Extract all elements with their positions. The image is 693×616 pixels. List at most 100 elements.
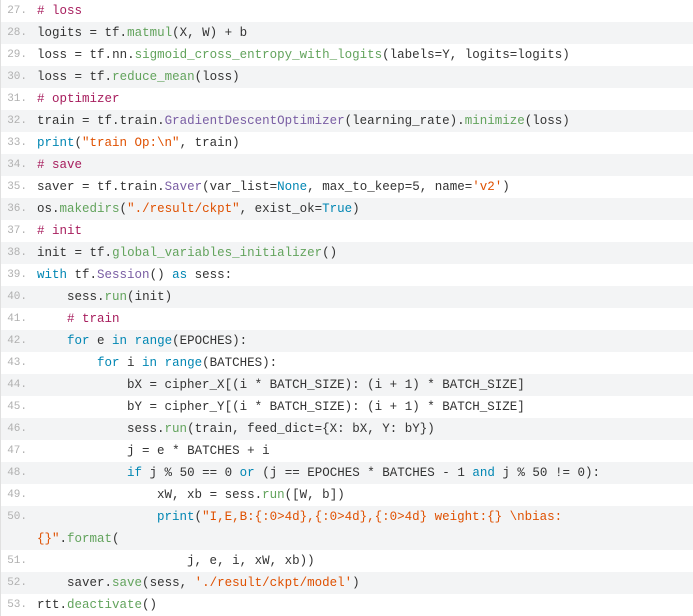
token-op: * bbox=[367, 466, 375, 480]
token-func: save bbox=[112, 576, 142, 590]
token-punc: . bbox=[97, 290, 105, 304]
token-punc: () bbox=[142, 598, 157, 612]
token-op: % bbox=[165, 466, 173, 480]
token-punc: ) bbox=[562, 114, 570, 128]
token-name: saver bbox=[37, 576, 105, 590]
token-punc: , bbox=[217, 554, 232, 568]
token-name: EPOCHES bbox=[300, 466, 368, 480]
token-comment: # loss bbox=[37, 4, 82, 18]
token-op: = bbox=[82, 114, 90, 128]
token-func: deactivate bbox=[67, 598, 142, 612]
token-number: 1 bbox=[457, 466, 465, 480]
token-comment: # init bbox=[37, 224, 82, 238]
token-name: train bbox=[195, 422, 233, 436]
line-number: 51. bbox=[1, 550, 34, 572]
token-punc: . bbox=[127, 48, 135, 62]
token-punc: ). bbox=[450, 114, 465, 128]
line-number: 53. bbox=[1, 594, 34, 616]
token-name: tf bbox=[90, 114, 113, 128]
token-name bbox=[547, 466, 555, 480]
token-name: j bbox=[37, 444, 142, 458]
token-name: W bbox=[202, 26, 210, 40]
token-name: tf bbox=[67, 268, 90, 282]
token-punc: ) bbox=[232, 70, 240, 84]
token-name bbox=[397, 400, 405, 414]
token-name bbox=[232, 466, 240, 480]
code-content: j = e * BATCHES + i bbox=[34, 440, 693, 462]
token-punc: , bbox=[232, 422, 247, 436]
token-punc: . bbox=[105, 48, 113, 62]
token-name: j bbox=[37, 554, 195, 568]
token-name: BATCHES bbox=[210, 356, 263, 370]
token-name: saver bbox=[37, 180, 82, 194]
token-keyword: with bbox=[37, 268, 67, 282]
code-line: 36.os.makedirs("./result/ckpt", exist_ok… bbox=[1, 198, 693, 220]
token-class: GradientDescentOptimizer bbox=[165, 114, 345, 128]
code-content: # train bbox=[34, 308, 693, 330]
token-keyword: if bbox=[127, 466, 142, 480]
token-func: sigmoid_cross_entropy_with_logits bbox=[135, 48, 383, 62]
token-keyword: as bbox=[172, 268, 187, 282]
line-number: 41. bbox=[1, 308, 34, 330]
code-content: bX = cipher_X[(i * BATCH_SIZE): (i + 1) … bbox=[34, 374, 693, 396]
code-content: saver.save(sess, './result/ckpt/model') bbox=[34, 572, 693, 594]
token-punc: . bbox=[157, 180, 165, 194]
token-name: loss bbox=[202, 70, 232, 84]
token-punc: , bbox=[307, 488, 322, 502]
token-func: run bbox=[105, 290, 128, 304]
code-content: train = tf.train.GradientDescentOptimize… bbox=[34, 110, 693, 132]
token-number: 0 bbox=[577, 466, 585, 480]
token-punc: ]) bbox=[330, 488, 345, 502]
token-punc: ): ( bbox=[345, 378, 375, 392]
token-name: train bbox=[37, 114, 82, 128]
token-punc: . bbox=[60, 532, 68, 546]
code-line: 53.rtt.deactivate() bbox=[1, 594, 693, 616]
token-name: tf bbox=[90, 180, 113, 194]
token-name: i bbox=[120, 356, 143, 370]
token-builtin: print bbox=[37, 136, 75, 150]
token-punc: ) bbox=[352, 202, 360, 216]
token-const: True bbox=[322, 202, 352, 216]
token-punc: , bbox=[240, 554, 255, 568]
token-punc: ( bbox=[195, 70, 203, 84]
token-op: * bbox=[427, 378, 435, 392]
token-name bbox=[37, 466, 127, 480]
token-op: * bbox=[172, 444, 180, 458]
token-op: * bbox=[255, 378, 263, 392]
token-punc: ([ bbox=[285, 488, 300, 502]
token-name: train bbox=[120, 114, 158, 128]
token-name: e bbox=[90, 334, 113, 348]
code-content: for i in range(BATCHES): bbox=[34, 352, 693, 374]
line-number: 45. bbox=[1, 396, 34, 418]
token-name: logits bbox=[465, 48, 510, 62]
token-string: "./result/ckpt" bbox=[127, 202, 240, 216]
code-line: 38.init = tf.global_variables_initialize… bbox=[1, 242, 693, 264]
token-punc: ): bbox=[585, 466, 600, 480]
token-name: b bbox=[232, 26, 247, 40]
token-name: sess bbox=[37, 290, 97, 304]
token-punc: . bbox=[255, 488, 263, 502]
code-content: os.makedirs("./result/ckpt", exist_ok=Tr… bbox=[34, 198, 693, 220]
token-punc: ] bbox=[517, 400, 525, 414]
code-lines-container: 27.# loss28.logits = tf.matmul(X, W) + b… bbox=[1, 0, 693, 616]
code-content: xW, xb = sess.run([W, b]) bbox=[34, 484, 693, 506]
token-op: = bbox=[75, 48, 83, 62]
code-content: for e in range(EPOCHES): bbox=[34, 330, 693, 352]
code-line: 27.# loss bbox=[1, 0, 693, 22]
token-string: "train Op:\n" bbox=[82, 136, 180, 150]
code-line: {}".format( bbox=[1, 528, 693, 550]
code-line: 41. # train bbox=[1, 308, 693, 330]
token-punc: , bbox=[367, 422, 382, 436]
token-op: = bbox=[82, 180, 90, 194]
code-content: loss = tf.reduce_mean(loss) bbox=[34, 66, 693, 88]
token-string: "I,E,B:{:0>4d},{:0>4d},{:0>4d} weight:{}… bbox=[202, 510, 562, 524]
token-name: i bbox=[240, 378, 255, 392]
token-punc: . bbox=[105, 576, 113, 590]
token-punc: : bbox=[337, 422, 352, 436]
token-keyword: and bbox=[472, 466, 495, 480]
token-punc: , bbox=[240, 202, 255, 216]
token-name: Y bbox=[442, 48, 450, 62]
token-name bbox=[37, 356, 97, 370]
line-number: 38. bbox=[1, 242, 34, 264]
token-punc: ) bbox=[232, 136, 240, 150]
